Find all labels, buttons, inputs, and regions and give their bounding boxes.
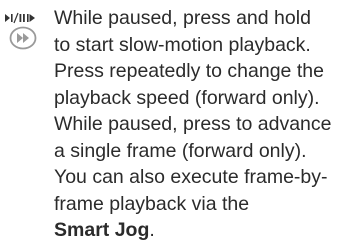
- instruction-block: While paused, press and hold to start sl…: [0, 0, 347, 241]
- instruction-text: While paused, press and hold to start sl…: [54, 5, 344, 244]
- circle-fast-forward-icon: [9, 26, 37, 50]
- text-line: to start slow-motion playback.: [54, 33, 311, 56]
- play-pause-icon: [5, 12, 35, 24]
- smart-jog-term: Smart Jog: [54, 219, 150, 241]
- text-line: a single frame (forward only).: [54, 139, 307, 162]
- text-line: frame playback via the: [54, 192, 250, 215]
- text-line: playback speed (forward only).: [54, 86, 320, 109]
- sentence-period: .: [149, 219, 155, 241]
- text-line: While paused, press to advance: [54, 113, 332, 135]
- text-line: Press repeatedly to change the: [54, 60, 324, 82]
- text-line: While paused, press and hold: [54, 7, 311, 29]
- text-line: You can also execute frame-by-: [54, 166, 328, 188]
